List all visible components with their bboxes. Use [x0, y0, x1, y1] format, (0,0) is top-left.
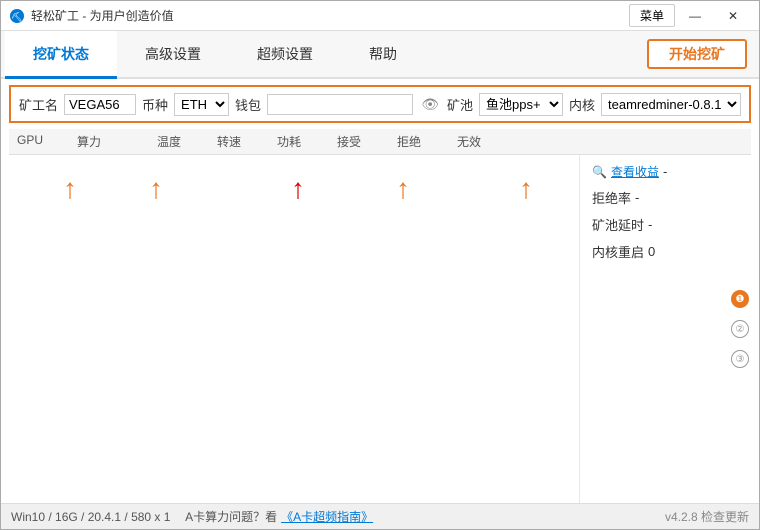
earnings-link[interactable]: 查看收益: [611, 163, 659, 180]
config-row: 矿工名 币种 ETH ETC RVN ERG 钱包 👁 矿池 鱼池pps+ 鱼池…: [9, 85, 751, 123]
col-rejected: 拒绝: [397, 133, 457, 150]
pool-label: 矿池: [447, 95, 473, 114]
start-mining-button[interactable]: 开始挖矿: [647, 39, 747, 69]
core-label: 内核: [569, 95, 595, 114]
arrows-overlay: ↑ ↑ ↑ ↑ ↑: [1, 155, 579, 503]
col-accepted: 接受: [337, 133, 397, 150]
col-gpu: GPU: [17, 133, 77, 150]
circles-panel: ❶ ② ③: [731, 290, 749, 368]
nav-spacer: [425, 31, 639, 77]
col-power: 功耗: [277, 133, 337, 150]
arrow-wallet: ↑: [291, 175, 305, 203]
titlebar-controls: 菜单 — ✕: [629, 4, 751, 27]
arrow-coin: ↑: [149, 175, 163, 203]
reject-rate-label: 拒绝率: [592, 188, 631, 207]
table-header: GPU 算力 温度 转速 功耗 接受 拒绝 无效: [9, 129, 751, 155]
restart-value: 0: [648, 244, 655, 259]
coin-select[interactable]: ETH ETC RVN ERG: [174, 93, 229, 116]
tab-overclock-settings[interactable]: 超频设置: [229, 31, 341, 79]
circle-1[interactable]: ❶: [731, 290, 749, 308]
earnings-row: 🔍 查看收益 -: [592, 163, 747, 180]
tab-help[interactable]: 帮助: [341, 31, 425, 79]
tab-advanced-settings[interactable]: 高级设置: [117, 31, 229, 79]
titlebar-left: ⛏ 轻松矿工 - 为用户创造价值: [9, 7, 174, 24]
col-fanspeed: 转速: [217, 133, 277, 150]
coin-label: 币种: [142, 95, 168, 114]
version-info[interactable]: v4.2.8 检查更新: [665, 508, 749, 525]
left-panel: ↑ ↑ ↑ ↑ ↑: [1, 155, 579, 503]
tab-mining-status[interactable]: 挖矿状态: [5, 31, 117, 79]
question-prefix: A卡算力问题？看: [185, 508, 277, 525]
content-area: ↑ ↑ ↑ ↑ ↑: [1, 155, 759, 503]
titlebar: ⛏ 轻松矿工 - 为用户创造价值 菜单 — ✕: [1, 1, 759, 31]
col-hashrate: 算力: [77, 133, 157, 150]
question-text: [174, 510, 181, 524]
col-invalid: 无效: [457, 133, 517, 150]
pool-select[interactable]: 鱼池pps+ 鱼池pplns 其他: [479, 93, 563, 116]
main-content: ↑ ↑ ↑ ↑ ↑: [1, 155, 759, 503]
nav-bar: 挖矿状态 高级设置 超频设置 帮助 开始挖矿: [1, 31, 759, 79]
restart-row: 内核重启 0: [592, 242, 747, 261]
minimize-button[interactable]: —: [677, 6, 713, 26]
close-button[interactable]: ✕: [715, 6, 751, 26]
app-icon: ⛏: [9, 8, 25, 24]
acard-guide-link[interactable]: 《A卡超频指南》: [281, 508, 373, 525]
eye-icon[interactable]: 👁: [419, 96, 441, 113]
circle-3[interactable]: ③: [731, 350, 749, 368]
arrow-pool: ↑: [396, 175, 410, 203]
statusbar: Win10 / 16G / 20.4.1 / 580 x 1 A卡算力问题？看 …: [1, 503, 759, 529]
pool-delay-value: -: [648, 217, 652, 232]
pool-delay-label: 矿池延时: [592, 215, 644, 234]
core-select[interactable]: teamredminer-0.8.1 lolminer PhoenixMiner: [601, 93, 741, 116]
earnings-value: -: [663, 164, 667, 179]
svg-text:⛏: ⛏: [11, 12, 22, 22]
arrow-worker: ↑: [63, 175, 77, 203]
reject-rate-row: 拒绝率 -: [592, 188, 747, 207]
wallet-input[interactable]: [267, 94, 413, 115]
restart-label: 内核重启: [592, 242, 644, 261]
reject-rate-value: -: [635, 190, 639, 205]
menu-button[interactable]: 菜单: [629, 4, 675, 27]
app-title: 轻松矿工 - 为用户创造价值: [31, 7, 174, 24]
wallet-label: 钱包: [235, 95, 261, 114]
search-icon: 🔍: [592, 165, 607, 179]
sys-info: Win10 / 16G / 20.4.1 / 580 x 1: [11, 510, 170, 524]
pool-delay-row: 矿池延时 -: [592, 215, 747, 234]
worker-label: 矿工名: [19, 95, 58, 114]
arrow-core: ↑: [519, 175, 533, 203]
circle-2[interactable]: ②: [731, 320, 749, 338]
status-left: Win10 / 16G / 20.4.1 / 580 x 1 A卡算力问题？看 …: [11, 508, 373, 525]
worker-input[interactable]: [64, 94, 136, 115]
main-window: ⛏ 轻松矿工 - 为用户创造价值 菜单 — ✕ 挖矿状态 高级设置 超频设置 帮…: [0, 0, 760, 530]
col-temp: 温度: [157, 133, 217, 150]
